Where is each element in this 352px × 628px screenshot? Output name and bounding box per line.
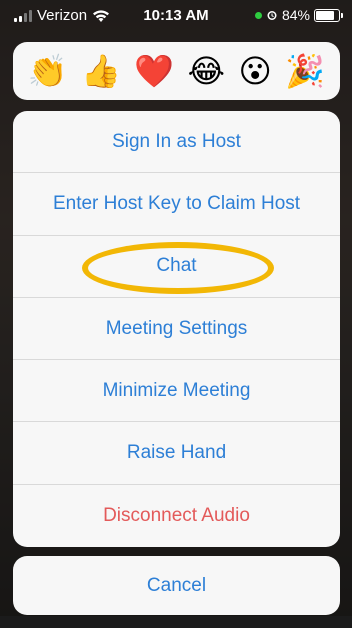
highlight-circle-annotation: [82, 241, 274, 294]
minimize-meeting-button[interactable]: Minimize Meeting: [13, 360, 340, 423]
raise-hand-button[interactable]: Raise Hand: [13, 422, 340, 485]
alarm-icon: [267, 11, 277, 20]
reaction-heart-icon[interactable]: ❤️: [134, 55, 174, 87]
disconnect-audio-button[interactable]: Disconnect Audio: [13, 485, 340, 547]
menu-item-label: Enter Host Key to Claim Host: [52, 192, 301, 214]
battery-percent: 84%: [281, 7, 310, 23]
menu-item-label: Disconnect Audio: [103, 504, 250, 526]
reaction-party-icon[interactable]: 🎉: [285, 55, 325, 87]
menu-item-label: Meeting Settings: [105, 317, 248, 339]
reaction-bar: 👏 👍 ❤️ 😂 😮 🎉: [13, 42, 340, 100]
camera-in-use-icon: [254, 11, 262, 19]
sign-in-as-host-button[interactable]: Sign In as Host: [13, 111, 340, 174]
menu-item-label: Minimize Meeting: [102, 379, 251, 401]
status-bar: Verizon 10:13 AM 84%: [0, 0, 352, 32]
app-screen: Verizon 10:13 AM 84% 👏 👍 ❤️ 😂 😮 🎉 Sign In as …: [0, 0, 352, 628]
action-sheet: Sign In as Host Enter Host Key to Claim H…: [13, 111, 340, 547]
meeting-toolbar: [0, 616, 352, 628]
battery-fill: [316, 10, 335, 20]
battery-icon: [314, 8, 343, 22]
status-right: 84%: [254, 7, 343, 23]
cancel-button[interactable]: Cancel: [13, 556, 340, 615]
claim-host-button[interactable]: Enter Host Key to Claim Host: [13, 173, 340, 236]
reaction-thumbs-up-icon[interactable]: 👍: [81, 55, 121, 87]
meeting-settings-button[interactable]: Meeting Settings: [13, 298, 340, 361]
reaction-clap-icon[interactable]: 👏: [28, 55, 68, 87]
reaction-open-mouth-icon[interactable]: 😮: [239, 55, 272, 87]
reaction-joy-icon[interactable]: 😂: [188, 55, 225, 87]
chat-button[interactable]: Chat: [13, 236, 340, 298]
menu-item-label: Sign In as Host: [112, 130, 241, 152]
menu-item-label: Raise Hand: [126, 442, 227, 464]
